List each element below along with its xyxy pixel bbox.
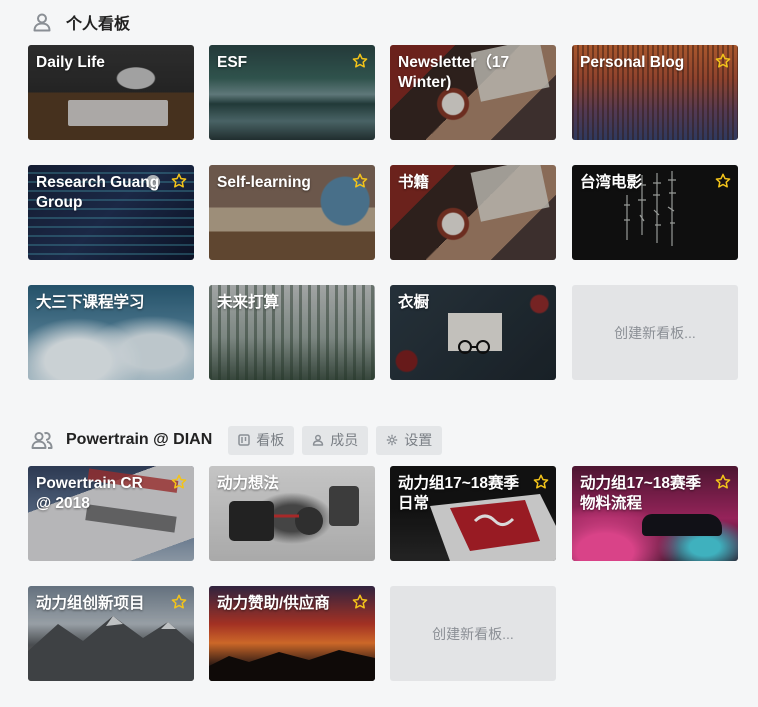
member-icon: [313, 434, 324, 446]
board-title: 动力赞助/供应商: [217, 595, 330, 612]
board-future-plans[interactable]: 未来打算: [209, 285, 375, 380]
board-title: 衣橱: [398, 294, 430, 311]
team-members-label: 成员: [330, 432, 359, 448]
board-title: ESF: [217, 54, 248, 71]
team-members-button[interactable]: 成员: [302, 425, 369, 455]
star-icon[interactable]: [171, 594, 187, 610]
board-title: 动力组创新项目: [36, 595, 145, 612]
gear-icon: [387, 434, 398, 446]
board-title: 动力想法: [217, 475, 280, 492]
board-research-guang-group[interactable]: Research Guang Group: [28, 165, 194, 260]
user-icon: [28, 8, 56, 36]
personal-boards-header: 个人看板: [28, 7, 130, 37]
board-daily-life[interactable]: Daily Life: [28, 45, 194, 140]
team-boards-button[interactable]: 看板: [228, 425, 295, 455]
create-team-board-button[interactable]: 创建新看板...: [390, 586, 556, 681]
team-settings-button[interactable]: 设置: [376, 425, 443, 455]
board-powertrain-daily[interactable]: 动力组17~18赛季日常: [390, 466, 556, 561]
personal-boards-title: 个人看板: [66, 16, 131, 33]
star-icon[interactable]: [352, 173, 368, 189]
team-settings-label: 设置: [404, 432, 433, 448]
team-icon: [28, 426, 56, 454]
create-board-button[interactable]: 创建新看板...: [572, 285, 738, 380]
team-title: Powertrain @ DIAN: [66, 431, 213, 448]
board-title: Powertrain CR @ 2018: [36, 475, 143, 512]
star-icon[interactable]: [715, 474, 731, 490]
board-icon: [238, 434, 251, 446]
star-icon[interactable]: [352, 594, 368, 610]
board-title: Daily Life: [36, 54, 105, 71]
board-title: 台湾电影: [580, 174, 643, 191]
star-icon[interactable]: [352, 53, 368, 69]
board-books[interactable]: 书籍: [390, 165, 556, 260]
board-newsletter[interactable]: Newsletter（17 Winter): [390, 45, 556, 140]
star-icon[interactable]: [171, 474, 187, 490]
board-title: 大三下课程学习: [36, 294, 145, 311]
team-boards-header: Powertrain @ DIAN 看板 成员 设置: [28, 425, 443, 455]
board-powertrain-materials[interactable]: 动力组17~18赛季物料流程: [572, 466, 738, 561]
board-powertrain-cr-2018[interactable]: Powertrain CR @ 2018: [28, 466, 194, 561]
star-icon[interactable]: [171, 173, 187, 189]
board-wardrobe[interactable]: 衣橱: [390, 285, 556, 380]
board-title: Newsletter（17 Winter): [398, 54, 510, 91]
board-title: Research Guang Group: [36, 174, 160, 211]
board-title: Personal Blog: [580, 54, 685, 71]
board-powertrain-sponsors[interactable]: 动力赞助/供应商: [209, 586, 375, 681]
board-personal-blog[interactable]: Personal Blog: [572, 45, 738, 140]
board-title: 书籍: [398, 174, 430, 191]
star-icon[interactable]: [533, 474, 549, 490]
star-icon[interactable]: [715, 173, 731, 189]
board-taiwan-movies[interactable]: 台湾电影: [572, 165, 738, 260]
board-title: 动力组17~18赛季物料流程: [580, 475, 702, 512]
board-title: Self-learning: [217, 174, 311, 191]
board-title: 动力组17~18赛季日常: [398, 475, 520, 512]
board-junior-courses[interactable]: 大三下课程学习: [28, 285, 194, 380]
board-self-learning[interactable]: Self-learning: [209, 165, 375, 260]
star-icon[interactable]: [715, 53, 731, 69]
board-powertrain-ideas[interactable]: 动力想法: [209, 466, 375, 561]
board-powertrain-innovation[interactable]: 动力组创新项目: [28, 586, 194, 681]
board-title: 未来打算: [217, 294, 280, 311]
team-boards-label: 看板: [256, 432, 285, 448]
board-esf[interactable]: ESF: [209, 45, 375, 140]
